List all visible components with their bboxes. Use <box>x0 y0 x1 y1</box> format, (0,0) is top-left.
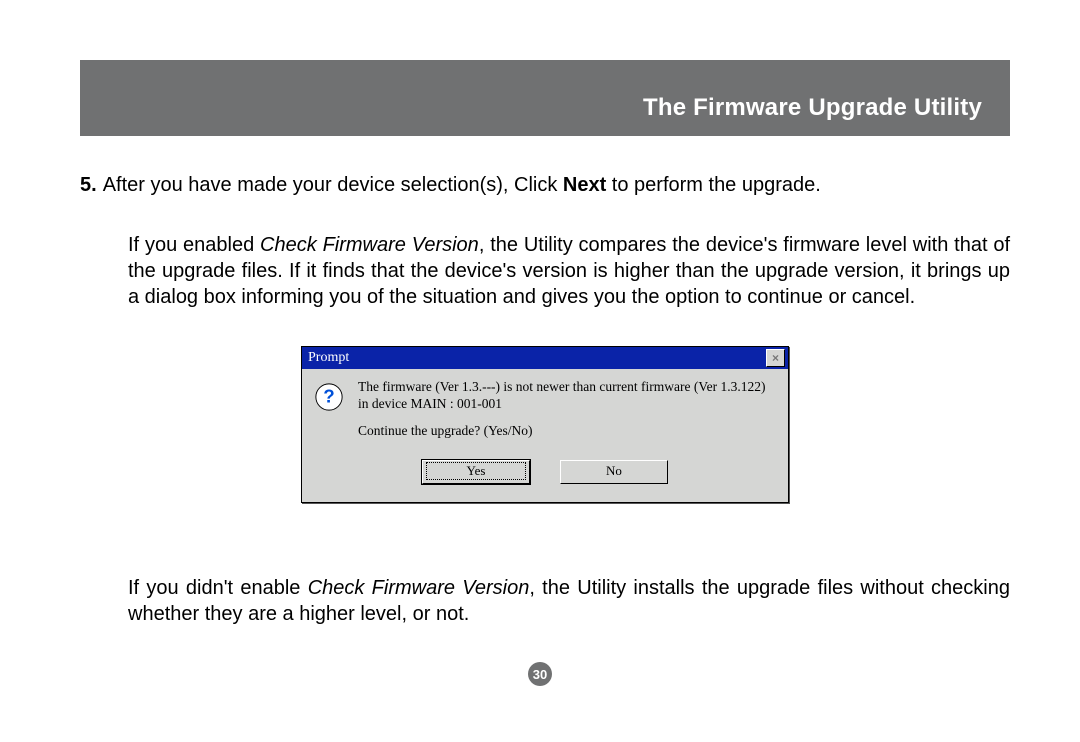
text-fragment: to perform the upgrade. <box>606 174 821 196</box>
body-content: 5. After you have made your device selec… <box>80 172 1010 627</box>
close-icon: × <box>772 352 779 364</box>
page-number: 30 <box>533 667 547 682</box>
bold-next: Next <box>563 174 606 196</box>
dialog-button-row: Yes No <box>302 446 788 502</box>
dialog-titlebar: Prompt × <box>302 347 788 369</box>
text-fragment: After you have made your device selectio… <box>103 174 563 196</box>
no-button-label: No <box>606 463 622 478</box>
question-icon: ? <box>314 382 344 412</box>
paragraph-no-check: If you didn't enable Check Firmware Vers… <box>128 575 1010 627</box>
svg-text:?: ? <box>323 386 334 407</box>
text-fragment: If you enabled <box>128 234 260 256</box>
yes-button-label: Yes <box>426 462 526 480</box>
document-page: The Firmware Upgrade Utility 5. After yo… <box>0 0 1080 742</box>
no-button[interactable]: No <box>560 460 668 484</box>
text-fragment: If you didn't enable <box>128 577 308 599</box>
paragraph-check-firmware: If you enabled Check Firmware Version, t… <box>128 232 1010 310</box>
page-number-badge: 30 <box>528 662 552 686</box>
close-button[interactable]: × <box>766 349 785 367</box>
dialog-line2: Continue the upgrade? (Yes/No) <box>358 423 774 440</box>
dialog-container: Prompt × ? The firmware (Ver 1.3.---) is… <box>301 346 789 503</box>
section-title: The Firmware Upgrade Utility <box>643 94 982 122</box>
dialog-message: The firmware (Ver 1.3.---) is not newer … <box>358 379 774 440</box>
step-text: After you have made your device selectio… <box>103 172 1010 198</box>
dialog-title: Prompt <box>308 349 349 367</box>
step-number: 5. <box>80 172 97 198</box>
step-5: 5. After you have made your device selec… <box>80 172 1010 198</box>
section-header: The Firmware Upgrade Utility <box>80 60 1010 136</box>
italic-check-firmware: Check Firmware Version <box>260 234 479 256</box>
yes-button[interactable]: Yes <box>422 460 530 484</box>
dialog-body: ? The firmware (Ver 1.3.---) is not newe… <box>302 369 788 446</box>
italic-check-firmware: Check Firmware Version <box>308 577 530 599</box>
dialog-line1: The firmware (Ver 1.3.---) is not newer … <box>358 379 774 413</box>
prompt-dialog: Prompt × ? The firmware (Ver 1.3.---) is… <box>301 346 789 503</box>
